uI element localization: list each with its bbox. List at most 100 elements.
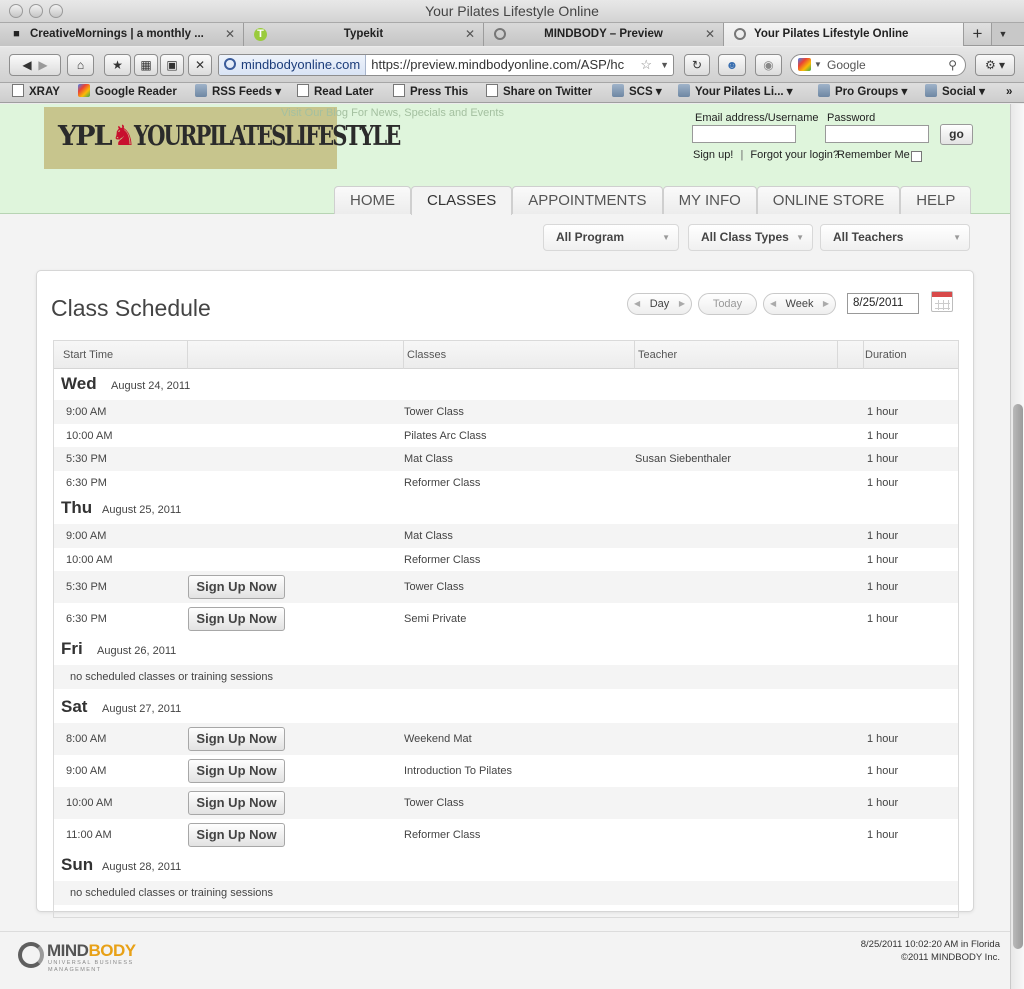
class-start-time: 10:00 AM xyxy=(66,553,113,566)
email-field[interactable] xyxy=(692,125,796,143)
blog-tagline-link[interactable]: Visit Our Blog For News, Specials and Ev… xyxy=(281,107,504,119)
grid-icon: ▦ xyxy=(140,58,152,72)
home-button[interactable]: ⌂ xyxy=(67,54,94,76)
bookmark-folder[interactable]: SCS ▾ xyxy=(612,83,662,102)
remember-me-checkbox[interactable] xyxy=(911,151,922,162)
class-name[interactable]: Introduction To Pilates xyxy=(404,765,512,777)
column-header-teacher[interactable]: Teacher xyxy=(638,341,677,369)
class-name[interactable]: Tower Class xyxy=(404,797,464,809)
new-tab-button[interactable]: + xyxy=(964,23,992,45)
zoom-window-button[interactable] xyxy=(49,4,63,18)
close-icon[interactable]: ✕ xyxy=(705,23,715,46)
search-input[interactable]: ▼ Google ⚲ xyxy=(790,54,966,76)
sign-up-button[interactable]: Sign Up Now xyxy=(188,759,285,783)
nav-home[interactable]: HOME xyxy=(334,186,411,214)
page-scrollbar[interactable] xyxy=(1010,104,1024,989)
teacher-filter-select[interactable]: All Teachers ▼ xyxy=(820,224,970,251)
week-view-button[interactable]: ◀ Week ▶ xyxy=(763,293,836,315)
lock-button[interactable]: ▣ xyxy=(160,54,184,76)
back-forward-buttons[interactable]: ◀ ▶ xyxy=(9,54,61,76)
class-name[interactable]: Reformer Class xyxy=(404,554,480,566)
calendar-icon[interactable] xyxy=(931,291,953,312)
chevron-left-icon[interactable]: ◀ xyxy=(770,294,776,314)
close-window-button[interactable] xyxy=(9,4,23,18)
class-name[interactable]: Pilates Arc Class xyxy=(404,430,487,442)
rss-button[interactable]: ◉ xyxy=(755,54,782,76)
extension-button[interactable]: ☻ xyxy=(718,54,746,76)
sign-up-button[interactable]: Sign Up Now xyxy=(188,575,285,599)
nav-my-info[interactable]: MY INFO xyxy=(662,186,757,214)
sign-up-button[interactable]: Sign Up Now xyxy=(188,823,285,847)
nav-classes[interactable]: CLASSES xyxy=(411,186,513,215)
chevron-left-icon[interactable]: ◀ xyxy=(634,294,640,314)
class-name[interactable]: Weekend Mat xyxy=(404,733,472,745)
bookmark-star-button[interactable]: ★ xyxy=(104,54,131,76)
class-name[interactable]: Tower Class xyxy=(404,581,464,593)
forgot-login-link[interactable]: Forgot your login? xyxy=(750,149,839,161)
chevron-down-icon: ▼ xyxy=(814,60,822,69)
nav-help[interactable]: HELP xyxy=(900,186,972,214)
class-name[interactable]: Semi Private xyxy=(404,613,466,625)
stop-button[interactable]: ✕ xyxy=(188,54,212,76)
day-view-button[interactable]: ◀ Day ▶ xyxy=(627,293,692,315)
signup-link[interactable]: Sign up! xyxy=(693,149,733,161)
bookmark-item[interactable]: Read Later xyxy=(297,83,373,102)
minimize-window-button[interactable] xyxy=(29,4,43,18)
bookmark-folder[interactable]: Your Pilates Li... ▾ xyxy=(678,83,793,102)
day-header: Sat August 27, 2011 xyxy=(54,693,958,717)
bookmark-folder[interactable]: Social ▾ xyxy=(925,83,985,102)
reload-button[interactable]: ↻ xyxy=(684,54,710,76)
class-type-filter-select[interactable]: All Class Types ▼ xyxy=(688,224,813,251)
sign-up-button[interactable]: Sign Up Now xyxy=(188,607,285,631)
bookmark-folder[interactable]: RSS Feeds ▾ xyxy=(195,83,281,102)
footer-divider xyxy=(0,931,1010,932)
chevron-right-icon[interactable]: ▶ xyxy=(823,294,829,314)
close-icon[interactable]: ✕ xyxy=(465,23,475,46)
class-name[interactable]: Mat Class xyxy=(404,453,453,465)
go-button[interactable]: go xyxy=(940,124,973,145)
browser-tab-active[interactable]: Your Pilates Lifestyle Online xyxy=(724,23,964,46)
forward-icon[interactable]: ▶ xyxy=(38,58,47,72)
google-icon xyxy=(78,84,90,97)
column-header-classes[interactable]: Classes xyxy=(407,341,446,369)
column-header-start-time[interactable]: Start Time xyxy=(63,341,113,369)
browser-tab[interactable]: ■ CreativeMornings | a monthly ... ✕ xyxy=(0,23,244,46)
bookmark-item[interactable]: Google Reader xyxy=(78,83,177,102)
filter-value: All Teachers xyxy=(833,230,904,244)
bookmarks-overflow-icon[interactable]: » xyxy=(1006,83,1012,102)
search-icon[interactable]: ⚲ xyxy=(948,55,957,75)
nav-appointments[interactable]: APPOINTMENTS xyxy=(512,186,663,214)
class-name[interactable]: Reformer Class xyxy=(404,829,480,841)
sign-up-button[interactable]: Sign Up Now xyxy=(188,791,285,815)
url-path[interactable]: https://preview.mindbodyonline.com/ASP/h… xyxy=(366,55,636,75)
site-identity[interactable]: mindbodyonline.com xyxy=(219,55,367,75)
browser-tab[interactable]: T Typekit ✕ xyxy=(244,23,484,46)
back-icon[interactable]: ◀ xyxy=(22,58,31,72)
mindbody-logo[interactable]: MINDBODY UNIVERSAL BUSINESS MANAGEMENT xyxy=(18,940,146,974)
column-header-duration[interactable]: Duration xyxy=(865,341,907,369)
screenshot-button[interactable]: ▦ xyxy=(134,54,158,76)
class-name[interactable]: Tower Class xyxy=(404,406,464,418)
chevron-right-icon[interactable]: ▶ xyxy=(679,294,685,314)
url-bar[interactable]: mindbodyonline.com https://preview.mindb… xyxy=(218,54,674,76)
tools-menu-button[interactable]: ⚙ ▾ xyxy=(975,54,1015,76)
password-field[interactable] xyxy=(825,125,929,143)
class-name[interactable]: Mat Class xyxy=(404,530,453,542)
tab-list-button[interactable]: ▼ xyxy=(992,23,1014,45)
date-field[interactable]: 8/25/2011 xyxy=(847,293,919,314)
bookmark-item[interactable]: Press This xyxy=(393,83,468,102)
today-button[interactable]: Today xyxy=(698,293,757,315)
class-teacher[interactable]: Susan Siebenthaler xyxy=(635,453,731,465)
scrollbar-thumb[interactable] xyxy=(1013,404,1023,949)
close-icon[interactable]: ✕ xyxy=(225,23,235,46)
sign-up-button[interactable]: Sign Up Now xyxy=(188,727,285,751)
nav-online-store[interactable]: ONLINE STORE xyxy=(756,186,901,214)
bookmark-item[interactable]: Share on Twitter xyxy=(486,83,592,102)
star-icon[interactable]: ☆ xyxy=(636,55,656,75)
browser-tab[interactable]: MINDBODY – Preview ✕ xyxy=(484,23,724,46)
program-filter-select[interactable]: All Program ▼ xyxy=(543,224,679,251)
bookmark-item[interactable]: XRAY xyxy=(12,83,60,102)
chevron-down-icon[interactable]: ▼ xyxy=(656,55,673,75)
bookmark-folder[interactable]: Pro Groups ▾ xyxy=(818,83,907,102)
class-name[interactable]: Reformer Class xyxy=(404,477,480,489)
